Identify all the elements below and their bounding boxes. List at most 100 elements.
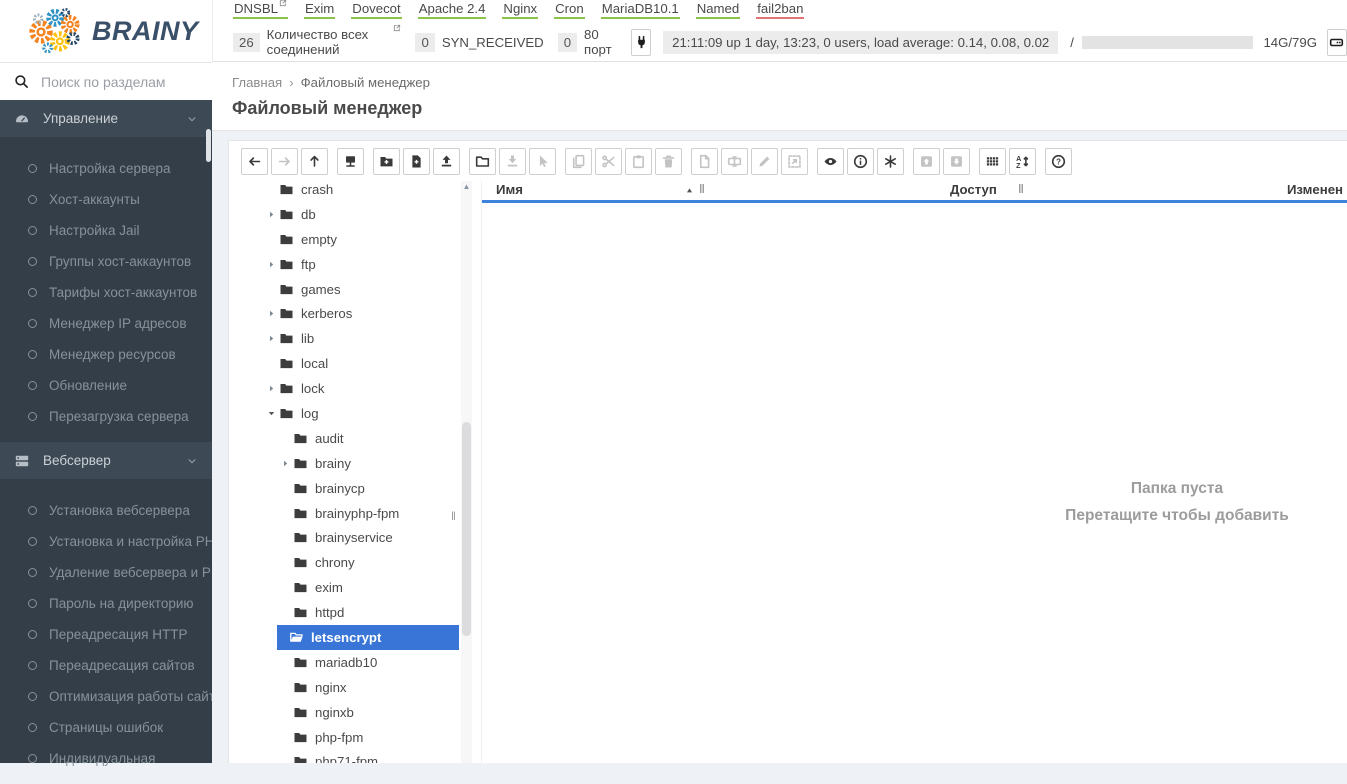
tree-item-body[interactable]: crash: [279, 177, 459, 202]
tree-caret[interactable]: [279, 459, 291, 468]
tree-item-body[interactable]: db: [279, 202, 459, 227]
tree-item-brainyservice[interactable]: brainyservice: [241, 525, 459, 550]
arrow-up-button[interactable]: [301, 148, 328, 175]
tree-item-ftp[interactable]: ftp: [241, 252, 459, 277]
service-link-dnsbl[interactable]: DNSBL: [233, 0, 288, 19]
tree-caret[interactable]: [265, 409, 277, 418]
upload-button[interactable]: [433, 148, 460, 175]
sidebar-item-группы-хост-аккаунтов[interactable]: Группы хост-аккаунтов: [0, 246, 212, 277]
sidebar-item-переадресация-http[interactable]: Переадресация HTTP: [0, 619, 212, 650]
archive-down-button[interactable]: [943, 148, 970, 175]
copy-button[interactable]: [565, 148, 592, 175]
sidebar-item-пароль-на-директорию[interactable]: Пароль на директорию: [0, 588, 212, 619]
tree-resize-grip[interactable]: ‖: [451, 509, 456, 523]
tree-item-body[interactable]: audit: [293, 426, 459, 451]
tree-item-letsencrypt[interactable]: letsencrypt: [241, 625, 459, 650]
trash-button[interactable]: [655, 148, 682, 175]
tree-item-httpd[interactable]: httpd: [241, 600, 459, 625]
tree-item-mariadb10[interactable]: mariadb10: [241, 650, 459, 675]
info-button[interactable]: [847, 148, 874, 175]
sidebar-item-менеджер-ip-адресов[interactable]: Менеджер IP адресов: [0, 308, 212, 339]
arrow-left-button[interactable]: [241, 148, 268, 175]
tree-caret[interactable]: [265, 210, 277, 219]
caret-right-icon[interactable]: [267, 334, 276, 343]
tree-item-nginxb[interactable]: nginxb: [241, 700, 459, 725]
tree-item-body[interactable]: log: [279, 401, 459, 426]
folder-open-button[interactable]: [469, 148, 496, 175]
tree-item-crash[interactable]: crash: [241, 177, 459, 202]
sidebar-item-тарифы-хост-аккаунтов[interactable]: Тарифы хост-аккаунтов: [0, 277, 212, 308]
tree-item-games[interactable]: games: [241, 277, 459, 302]
tree-item-brainyphp-fpm[interactable]: brainyphp-fpm: [241, 501, 459, 526]
sidebar-item-перезагрузка-сервера[interactable]: Перезагрузка сервера: [0, 401, 212, 432]
disk-button[interactable]: [1326, 28, 1347, 56]
scissors-button[interactable]: [595, 148, 622, 175]
tree-caret[interactable]: [265, 309, 277, 318]
tree-caret[interactable]: [265, 334, 277, 343]
service-link-named[interactable]: Named: [695, 1, 741, 19]
sidebar-scrollbar-thumb[interactable]: [206, 129, 211, 162]
tree-item-log[interactable]: log: [241, 401, 459, 426]
tree-item-nginx[interactable]: nginx: [241, 675, 459, 700]
caret-right-icon[interactable]: [281, 459, 290, 468]
service-link-mariadb10-1[interactable]: MariaDB10.1: [600, 1, 680, 19]
tree-scrollbar[interactable]: ▲: [461, 181, 472, 763]
tree-item-body[interactable]: local: [279, 351, 459, 376]
tree-item-lib[interactable]: lib: [241, 326, 459, 351]
service-link-fail2ban[interactable]: fail2ban: [756, 1, 805, 19]
tree-item-body[interactable]: chrony: [293, 550, 459, 575]
tree-item-body[interactable]: kerberos: [279, 301, 459, 326]
service-link-dovecot[interactable]: Dovecot: [351, 1, 402, 19]
tree-item-kerberos[interactable]: kerberos: [241, 301, 459, 326]
tree-item-brainy[interactable]: brainy: [241, 451, 459, 476]
pointer-button[interactable]: [529, 148, 556, 175]
asterisk-button[interactable]: [877, 148, 904, 175]
tree-scrollbar-thumb[interactable]: [462, 422, 471, 636]
search-input[interactable]: [39, 72, 224, 91]
tree-item-body[interactable]: ftp: [279, 252, 459, 277]
connections-plug-button[interactable]: [631, 28, 652, 56]
clipboard-button[interactable]: [625, 148, 652, 175]
tree-item-chrony[interactable]: chrony: [241, 550, 459, 575]
eye-button[interactable]: [817, 148, 844, 175]
tree-item-body[interactable]: httpd: [293, 600, 459, 625]
tree-item-body[interactable]: brainyservice: [293, 525, 459, 550]
grid-button[interactable]: [979, 148, 1006, 175]
tree-item-db[interactable]: db: [241, 202, 459, 227]
archive-up-button[interactable]: [913, 148, 940, 175]
column-grip-name[interactable]: ‖: [699, 182, 705, 196]
caret-down-icon[interactable]: [267, 409, 276, 418]
sidebar-item-обновление[interactable]: Обновление: [0, 370, 212, 401]
sidebar-item-настройка-сервера[interactable]: Настройка сервера: [0, 153, 212, 184]
arrow-right-button[interactable]: [271, 148, 298, 175]
sidebar-item-настройка-jail[interactable]: Настройка Jail: [0, 215, 212, 246]
service-link-apache-2-4[interactable]: Apache 2.4: [417, 1, 487, 19]
tree-item-php71-fpm[interactable]: php71-fpm: [241, 749, 459, 763]
sidebar-section-webserver[interactable]: Вебсервер: [0, 442, 212, 479]
tree-item-exim[interactable]: exim: [241, 575, 459, 600]
sidebar-item-хост-аккаунты[interactable]: Хост-аккаунты: [0, 184, 212, 215]
column-header-modified[interactable]: Изменен: [1287, 182, 1343, 197]
sidebar-item-переадресация-сайтов[interactable]: Переадресация сайтов: [0, 650, 212, 681]
tree-caret[interactable]: [265, 260, 277, 269]
help-button[interactable]: ?: [1045, 148, 1072, 175]
tree-item-body[interactable]: nginx: [293, 675, 459, 700]
rename-button[interactable]: [721, 148, 748, 175]
column-grip-access[interactable]: ‖: [1018, 182, 1024, 196]
download-button[interactable]: [499, 148, 526, 175]
tree-item-php-fpm[interactable]: php-fpm: [241, 725, 459, 750]
tree-item-body[interactable]: games: [279, 277, 459, 302]
tree-item-local[interactable]: local: [241, 351, 459, 376]
extract-button[interactable]: [781, 148, 808, 175]
sidebar-section-management[interactable]: Управление: [0, 100, 212, 137]
tree-item-body[interactable]: empty: [279, 227, 459, 252]
sidebar-item-менеджер-ресурсов[interactable]: Менеджер ресурсов: [0, 339, 212, 370]
caret-right-icon[interactable]: [267, 260, 276, 269]
pencil-button[interactable]: [751, 148, 778, 175]
sidebar-item-индивидуальная[interactable]: Индивидуальная: [0, 743, 212, 774]
tree-item-body[interactable]: letsencrypt: [277, 625, 459, 650]
column-header-name[interactable]: Имя: [496, 182, 523, 197]
tree-item-audit[interactable]: audit: [241, 426, 459, 451]
breadcrumb-home[interactable]: Главная: [232, 75, 282, 90]
tree-item-body[interactable]: brainycp: [293, 476, 459, 501]
